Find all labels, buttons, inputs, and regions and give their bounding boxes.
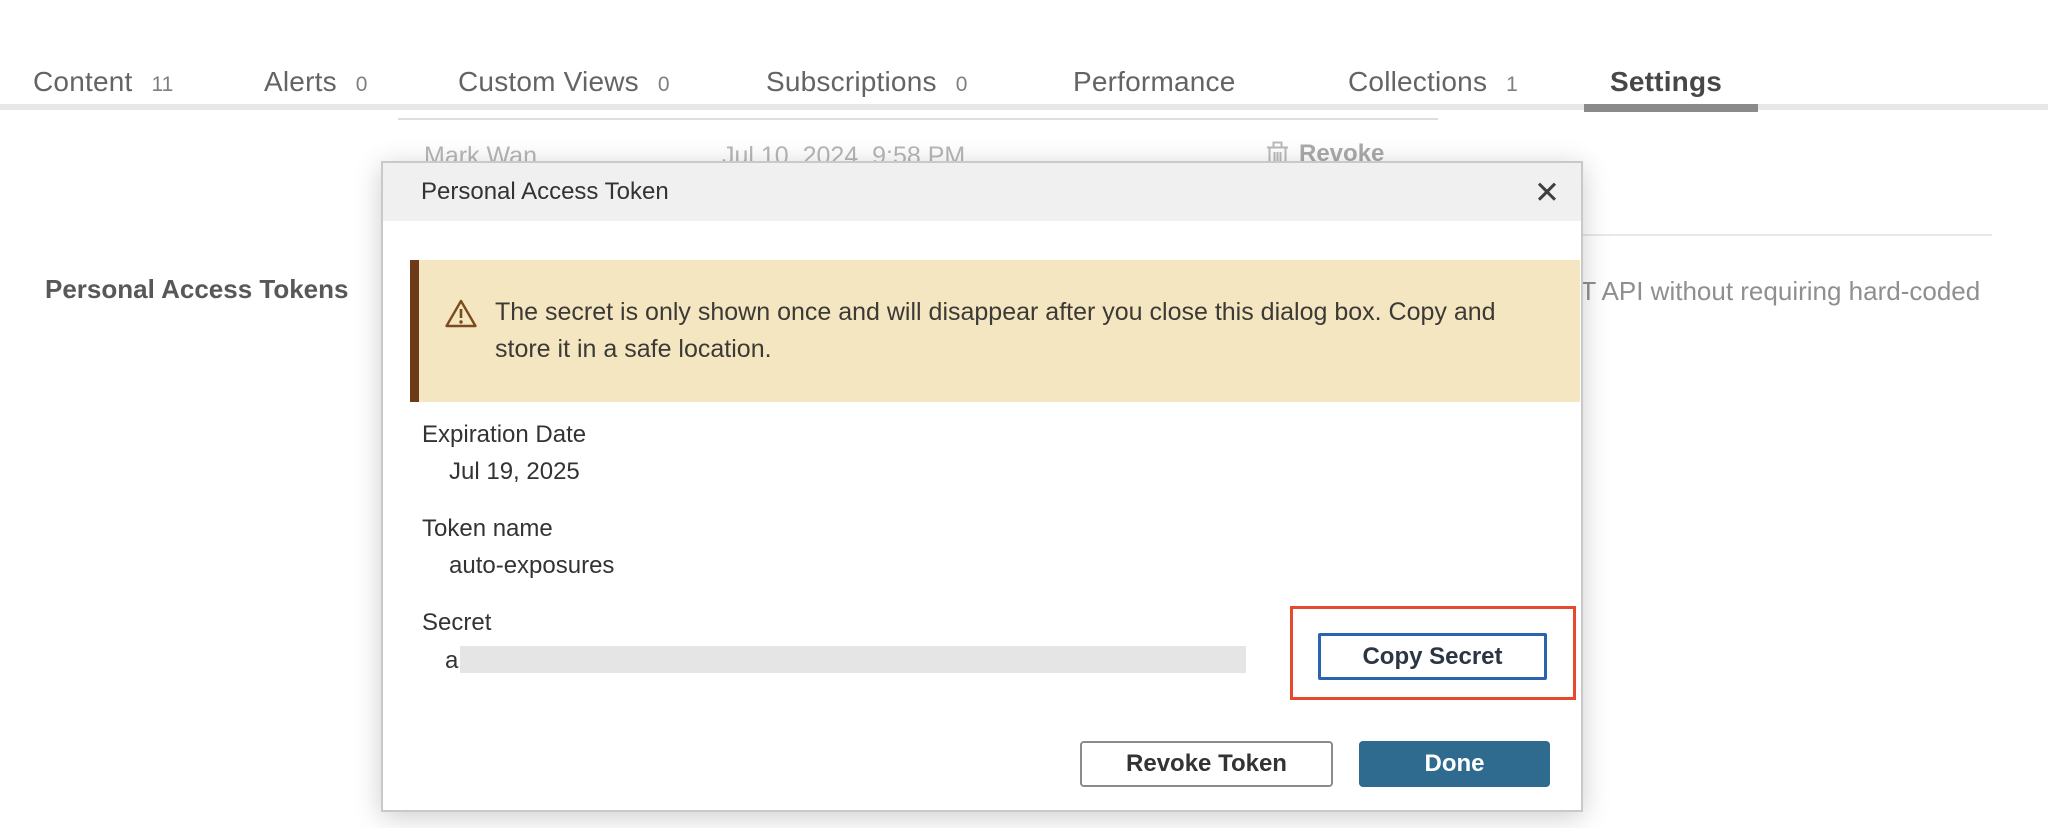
section-label: Personal Access Tokens xyxy=(45,274,348,305)
tab-label: Alerts xyxy=(264,66,337,98)
token-name-label: Token name xyxy=(422,515,553,543)
active-tab-underline xyxy=(1584,104,1758,112)
tab-label: Custom Views xyxy=(458,66,639,98)
done-button[interactable]: Done xyxy=(1359,741,1550,787)
tab-label: Performance xyxy=(1073,66,1236,98)
dialog-header: Personal Access Token ✕ xyxy=(383,163,1581,221)
secret-redacted-bar xyxy=(460,646,1246,673)
dialog-title: Personal Access Token xyxy=(421,163,669,221)
expiration-date-value: Jul 19, 2025 xyxy=(449,458,580,486)
tab-content[interactable]: Content 11 xyxy=(33,66,173,98)
tab-settings[interactable]: Settings xyxy=(1610,66,1722,98)
tab-bar: Content 11 Alerts 0 Custom Views 0 Subsc… xyxy=(0,0,2048,112)
tab-count: 0 xyxy=(356,73,368,97)
tab-custom-views[interactable]: Custom Views 0 xyxy=(458,66,670,98)
tab-collections[interactable]: Collections 1 xyxy=(1348,66,1518,98)
tab-count: 11 xyxy=(151,73,173,97)
settings-page: Content 11 Alerts 0 Custom Views 0 Subsc… xyxy=(0,0,2048,828)
tab-count: 0 xyxy=(658,73,670,97)
personal-access-token-dialog: Personal Access Token ✕ The secret is on… xyxy=(381,161,1583,812)
secret-visible-value: a xyxy=(445,647,458,675)
tab-count: 1 xyxy=(1506,73,1518,97)
close-icon[interactable]: ✕ xyxy=(1527,173,1567,213)
expiration-date-label: Expiration Date xyxy=(422,421,586,449)
revoke-token-button[interactable]: Revoke Token xyxy=(1080,741,1333,787)
token-table-row-divider xyxy=(398,118,1438,120)
secret-label: Secret xyxy=(422,609,491,637)
copy-secret-button[interactable]: Copy Secret xyxy=(1318,633,1547,680)
warning-text: The secret is only shown once and will d… xyxy=(495,294,1532,368)
tab-label: Settings xyxy=(1610,66,1722,98)
section-description-fragment: ST API without requiring hard-coded xyxy=(1563,276,1980,307)
secret-warning-banner: The secret is only shown once and will d… xyxy=(410,260,1580,402)
tab-performance[interactable]: Performance xyxy=(1073,66,1236,98)
tab-count: 0 xyxy=(956,73,968,97)
tab-label: Content xyxy=(33,66,132,98)
tab-subscriptions[interactable]: Subscriptions 0 xyxy=(766,66,967,98)
warning-icon xyxy=(444,298,478,329)
tab-label: Subscriptions xyxy=(766,66,937,98)
tab-label: Collections xyxy=(1348,66,1487,98)
token-name-value: auto-exposures xyxy=(449,552,614,580)
tab-alerts[interactable]: Alerts 0 xyxy=(264,66,367,98)
